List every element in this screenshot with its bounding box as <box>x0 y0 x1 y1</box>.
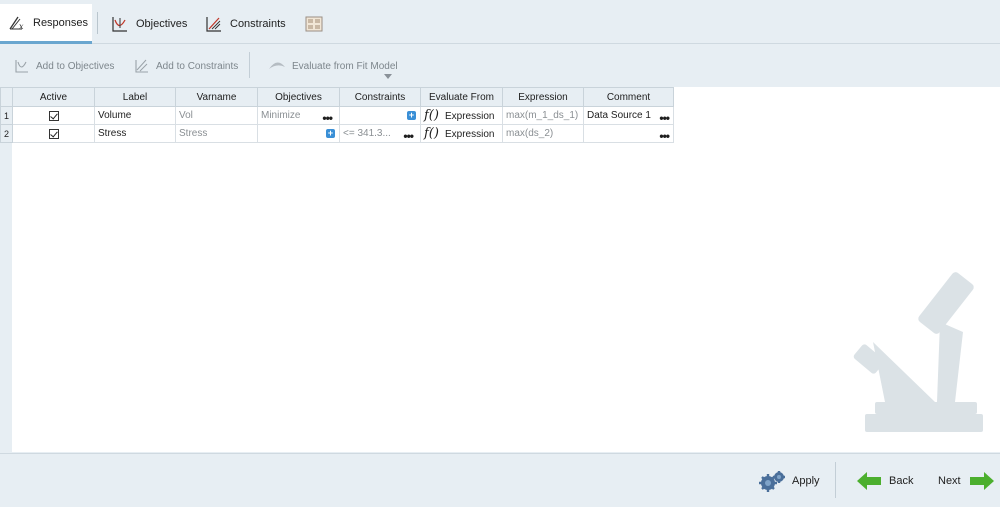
more-options-icon[interactable]: ••• <box>322 112 333 124</box>
varname-cell[interactable]: Vol <box>175 106 258 125</box>
tab-objectives[interactable]: Objectives <box>111 4 187 44</box>
arrow-right-icon <box>969 472 994 490</box>
table-row: 2 Stress Stress + <= 341.3... ••• f() Exp… <box>0 124 674 143</box>
tab-separator <box>97 12 98 34</box>
tab-constraints[interactable]: Constraints <box>205 4 286 44</box>
responses-table: Active Label Varname Objectives Constrai… <box>0 87 674 143</box>
svg-text:x: x <box>19 22 24 31</box>
active-checkbox[interactable] <box>48 128 59 139</box>
row-number[interactable]: 2 <box>0 124 13 143</box>
varname-cell[interactable]: Stress <box>175 124 258 143</box>
fit-model-icon <box>269 62 285 69</box>
next-button[interactable]: Next <box>938 468 994 494</box>
back-button[interactable]: Back <box>857 468 913 494</box>
gears-icon <box>759 471 785 492</box>
toolbar-separator <box>249 52 250 78</box>
constraints-cell[interactable]: <= 341.3... ••• <box>339 124 421 143</box>
more-options-icon[interactable]: ••• <box>659 112 670 124</box>
apply-button[interactable]: Apply <box>758 468 820 494</box>
constraints-cell[interactable]: + <box>339 106 421 125</box>
more-options-icon[interactable]: ••• <box>403 130 414 142</box>
function-icon: f() <box>424 108 439 123</box>
tab-label: Objectives <box>136 18 188 30</box>
column-header-comment[interactable]: Comment <box>583 87 674 107</box>
column-header-varname[interactable]: Varname <box>175 87 258 107</box>
column-header-objectives[interactable]: Objectives <box>257 87 340 107</box>
microscope-watermark-icon <box>853 272 983 432</box>
footer-separator <box>835 462 836 498</box>
column-header-expression[interactable]: Expression <box>502 87 584 107</box>
header-row: Active Label Varname Objectives Constrai… <box>0 87 674 107</box>
next-label: Next <box>938 475 961 487</box>
label-cell[interactable]: Stress <box>94 124 176 143</box>
apply-label: Apply <box>792 475 820 487</box>
responses-icon: x <box>9 16 24 31</box>
tab-label: Constraints <box>230 18 286 30</box>
active-checkbox[interactable] <box>48 110 59 121</box>
more-options-icon[interactable]: ••• <box>659 130 670 142</box>
constraints-icon <box>206 17 221 32</box>
comment-cell[interactable]: ••• <box>583 124 674 143</box>
tab-bar: x Responses Objectives Constraints <box>0 0 1000 44</box>
toolbar-label: Add to Objectives <box>36 60 115 72</box>
objectives-icon <box>15 60 28 73</box>
evaluate-from-value: Expression <box>444 129 495 140</box>
tab-responses[interactable]: x Responses <box>0 4 92 44</box>
toolbar-label: Add to Constraints <box>156 60 239 72</box>
table-row: 1 Volume Vol Minimize ••• + f() Expressio… <box>0 106 674 125</box>
objectives-cell[interactable]: Minimize ••• <box>257 106 340 125</box>
toolbar-label: Evaluate from Fit Model <box>292 60 398 72</box>
layout-grid-icon <box>305 16 323 32</box>
evaluate-from-cell[interactable]: f() Expression <box>420 106 503 125</box>
column-header-label[interactable]: Label <box>94 87 176 107</box>
column-header-constraints[interactable]: Constraints <box>339 87 421 107</box>
row-number[interactable]: 1 <box>0 106 13 125</box>
evaluate-from-fit-model-button[interactable]: Evaluate from Fit Model <box>268 55 398 77</box>
objectives-cell[interactable]: + <box>257 124 340 143</box>
evaluate-from-cell[interactable]: f() Expression <box>420 124 503 143</box>
add-to-objectives-button[interactable]: Add to Objectives <box>14 55 114 77</box>
column-header-active[interactable]: Active <box>12 87 95 107</box>
add-to-constraints-button[interactable]: Add to Constraints <box>134 55 238 77</box>
toolbar: Add to Objectives Add to Constraints Eva… <box>0 45 1000 87</box>
arrow-left-icon <box>857 472 881 490</box>
add-icon[interactable]: + <box>407 111 416 120</box>
tab-label: Responses <box>33 16 89 29</box>
footer-bar: Apply Back Next <box>0 453 1000 507</box>
label-cell[interactable]: Volume <box>94 106 176 125</box>
active-cell[interactable] <box>12 106 95 125</box>
comment-cell[interactable]: Data Source 1 ••• <box>583 106 674 125</box>
evaluate-from-value: Expression <box>444 111 495 122</box>
expression-cell[interactable]: max(ds_2) <box>502 124 584 143</box>
column-header-evaluate-from[interactable]: Evaluate From <box>420 87 503 107</box>
layout-grid-button[interactable] <box>305 4 330 44</box>
constraints-value: <= 341.3... <box>343 128 391 139</box>
expression-cell[interactable]: max(m_1_ds_1) <box>502 106 584 125</box>
chevron-down-icon[interactable] <box>384 74 392 79</box>
objectives-value: Minimize <box>261 110 301 121</box>
comment-value: Data Source 1 <box>587 110 651 121</box>
back-label: Back <box>889 475 914 487</box>
add-icon[interactable]: + <box>326 129 335 138</box>
corner-header <box>0 87 13 107</box>
objectives-icon <box>112 17 127 32</box>
function-icon: f() <box>424 126 439 141</box>
constraints-icon <box>135 59 148 73</box>
active-cell[interactable] <box>12 124 95 143</box>
